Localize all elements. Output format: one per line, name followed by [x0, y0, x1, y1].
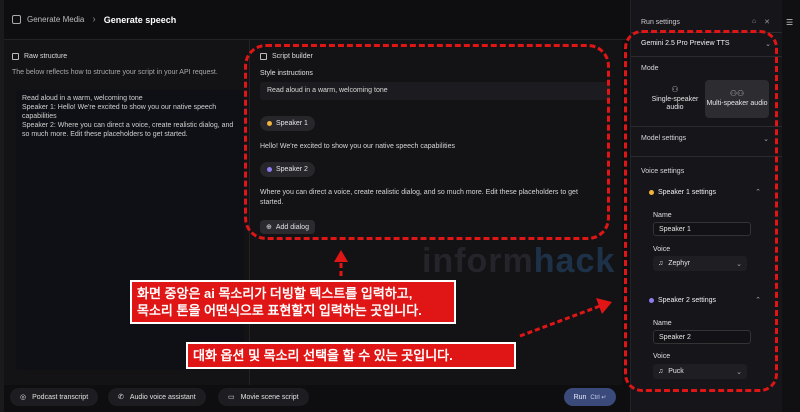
annotation-ring-right — [624, 30, 778, 392]
tune-icon[interactable]: ☰ — [786, 18, 793, 27]
close-icon[interactable]: ✕ — [764, 18, 770, 26]
page-title: Generate speech — [103, 14, 177, 25]
callout-line: 화면 중앙은 ai 목소리가 더빙할 텍스트를 입력하고, — [137, 286, 413, 301]
top-bar: Generate Media › Generate speech — [4, 0, 630, 40]
raw-structure-header: Raw structure — [12, 53, 67, 60]
watermark-text: inform — [422, 242, 534, 280]
run-label: Run — [573, 393, 587, 401]
podcast-transcript-label: Podcast transcript — [32, 393, 89, 401]
run-button[interactable]: Run Ctrl ↵ — [564, 388, 616, 406]
podcast-transcript-button[interactable]: ◎ Podcast transcript — [10, 388, 99, 406]
raw-structure-title: Raw structure — [24, 53, 68, 60]
annotation-callout-right: 대화 옵션 및 목소리 선택을 할 수 있는 곳입니다. — [186, 342, 516, 369]
structure-icon — [12, 53, 19, 60]
callout-line: 목소리 톤을 어떤식으로 표현할지 입력하는 곳입니다. — [137, 303, 422, 318]
structure-line: Speaker 1: Hello! We're excited to show … — [22, 104, 217, 120]
breadcrumb-parent[interactable]: Generate Media — [27, 15, 84, 24]
raw-structure-description: The below reflects how to structure your… — [12, 69, 218, 76]
structure-line: Speaker 2: Where you can direct a voice,… — [22, 122, 234, 138]
annotation-callout-center: 화면 중앙은 ai 목소리가 더빙할 텍스트를 입력하고, 목소리 톤을 어떤식… — [130, 280, 456, 324]
watermark-highlight: hack — [533, 242, 616, 280]
run-shortcut: Ctrl ↵ — [590, 394, 607, 401]
run-settings-title: Run settings — [641, 19, 680, 26]
chevron-right-icon: › — [92, 14, 96, 25]
right-rail: ☰ — [782, 0, 800, 412]
annotation-ring-center — [244, 44, 610, 240]
audio-voice-assistant-label: Audio voice assistant — [129, 393, 196, 401]
media-icon — [12, 15, 21, 24]
raw-structure-panel: Raw structure The below reflects how to … — [4, 40, 250, 385]
watermark: informhack — [422, 242, 615, 281]
movie-icon: ▭ — [228, 394, 235, 401]
podcast-icon: ◎ — [20, 394, 27, 401]
phone-icon: ✆ — [118, 394, 124, 401]
structure-line: Read aloud in a warm, welcoming tone — [22, 95, 143, 102]
audio-voice-assistant-button[interactable]: ✆ Audio voice assistant — [108, 388, 206, 406]
run-settings-icons: ⌂ ✕ — [752, 18, 770, 26]
movie-scene-script-label: Movie scene script — [240, 393, 299, 401]
bell-icon[interactable]: ⌂ — [752, 18, 756, 26]
bottom-bar: ◎ Podcast transcript ✆ Audio voice assis… — [4, 386, 630, 412]
movie-scene-script-button[interactable]: ▭ Movie scene script — [218, 388, 309, 406]
raw-structure-content[interactable]: Read aloud in a warm, welcoming tone Spe… — [16, 90, 244, 370]
